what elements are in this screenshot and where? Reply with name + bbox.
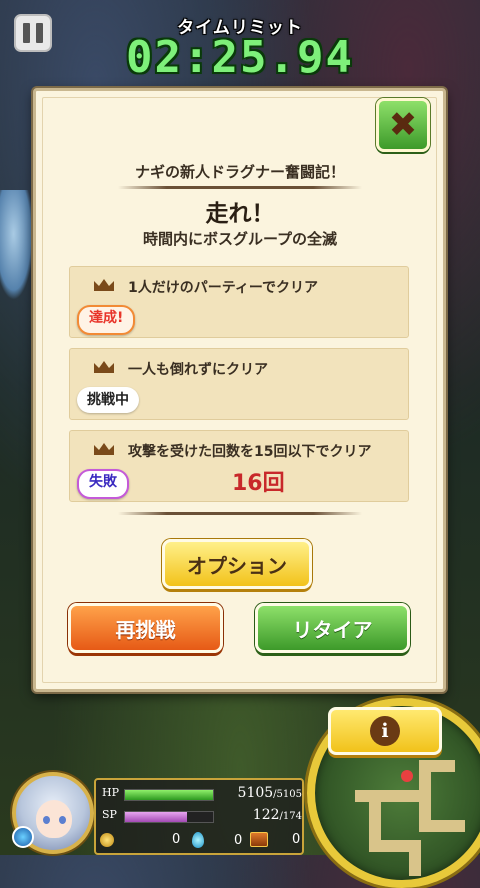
mission-text: 1人だけのパーティーでクリア [128,280,319,296]
coin-icon [100,832,114,847]
coin-counter: 0 [100,832,180,847]
stat-panel: HP 5105/5105 SP 122/174 0 0 0 [94,778,304,855]
sp-current: 122 [252,807,280,823]
mission-item: 一人も倒れずにクリア 挑戦中 [69,348,409,420]
info-icon: i [370,716,400,746]
sp-row: SP 122/174 [102,807,302,824]
hp-value: 5105/5105 [218,785,302,801]
crown-icon [94,443,114,455]
coin-count: 0 [172,832,181,847]
sp-max: /174 [279,811,302,822]
crown-icon [94,279,114,291]
sp-bar-fill [125,812,187,822]
element-badge-icon [12,826,34,848]
retire-button[interactable]: リタイア [255,603,410,653]
hp-row: HP 5105/5105 [102,785,302,802]
sp-label: SP [102,808,117,821]
mission-text: 一人も倒れずにクリア [128,362,268,378]
status-badge-achieved: 達成! [77,305,136,335]
mission-text: 攻撃を受けた回数を15回以下でクリア [128,444,372,460]
player-marker [401,770,413,782]
hit-count: 16回 [232,471,285,496]
time-limit-value: 02:25.94 [126,32,354,83]
hp-current: 5105 [237,785,274,801]
quest-title: 走れ！ [205,201,275,227]
mission-item: 攻撃を受けた回数を15回以下でクリア 失敗 16回 [69,430,409,502]
character-eye [43,816,50,824]
chest-icon [250,832,268,847]
status-badge-failed: 失敗 [77,469,129,499]
character-eye [59,816,66,824]
quest-series-title: ナギの新人ドラグナー奮闘記！ [134,163,345,181]
drop-counter: 0 [192,832,242,848]
hp-bar-fill [125,790,213,800]
chest-count: 0 [292,832,301,847]
divider [118,512,362,515]
hp-max: /5105 [273,789,302,800]
info-button[interactable]: i [328,707,442,755]
quest-goal: 時間内にボスグループの全滅 [142,230,338,248]
divider [118,186,362,189]
option-button[interactable]: オプション [162,539,312,589]
crown-icon [94,361,114,373]
character-hud: HP 5105/5105 SP 122/174 0 0 0 [8,770,308,855]
sp-value: 122/174 [218,807,302,823]
drop-icon [192,832,204,848]
sp-bar [124,811,214,823]
items-row: 0 0 0 [100,832,300,852]
status-badge-in-progress: 挑戦中 [77,387,139,413]
chest-counter: 0 [250,832,300,847]
mission-item: 1人だけのパーティーでクリア 達成! [69,266,409,338]
hp-label: HP [102,786,119,799]
close-icon: ✖ [388,105,418,145]
hp-bar [124,789,214,801]
close-button[interactable]: ✖ [376,98,430,152]
drop-count: 0 [234,832,243,848]
retry-button[interactable]: 再挑戦 [68,603,223,653]
character-face [36,800,72,838]
